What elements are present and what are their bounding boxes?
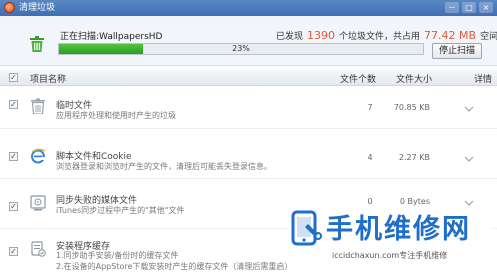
row-desc: 1.同步助手安装/备份时的缓存文件 <box>56 251 179 260</box>
chevron-down-icon[interactable] <box>464 104 474 114</box>
row-count: 4 <box>367 153 373 162</box>
close-button[interactable]: × <box>479 2 493 13</box>
minimize-button[interactable]: － <box>445 2 459 13</box>
found-size: 77.42 MB <box>424 29 477 42</box>
column-detail: 详情 <box>474 75 493 85</box>
found-count: 1390 <box>307 29 336 42</box>
row-checkbox[interactable]: ✓ <box>9 152 18 161</box>
wrench-logo-icon <box>291 210 322 246</box>
progress-percent: 23% <box>232 44 250 53</box>
row-desc-second: 2.在设备的AppStore下载安装时产生的缓存文件（清理后需重启） <box>56 262 293 271</box>
scan-target: WallpapersHD <box>99 32 163 42</box>
column-count: 文件个数 <box>340 75 377 85</box>
scan-progress-bar: 23% <box>58 43 424 55</box>
row-size: 2.27 KB <box>398 153 430 162</box>
row-count: 7 <box>367 103 373 112</box>
window-controls: － □ × <box>445 2 493 13</box>
row-size: 0 Bytes <box>399 197 430 206</box>
column-name: 项目名称 <box>30 75 67 85</box>
row-checkbox[interactable]: ✓ <box>9 100 18 109</box>
row-desc: iTunes同步过程中产生的"其他"文件 <box>56 206 185 215</box>
row-desc: 浏览器登录和浏览时产生的文件，清理后可能丢失登录信息。 <box>56 162 272 171</box>
row-size: 70.85 KB <box>393 103 430 112</box>
trash-icon <box>31 98 45 114</box>
app-logo-icon <box>4 2 15 13</box>
list-item-temp-files[interactable]: ✓ 临时文件 应用程序处理和使用时产生的垃圾 7 70.85 KB <box>0 86 497 129</box>
watermark-title: 手机维修网 <box>326 214 471 245</box>
column-size: 文件大小 <box>396 75 433 85</box>
found-suffix: 空间 <box>480 32 497 42</box>
scan-panel: 正在扫描:WallpapersHD 已发现 1390 个垃圾文件，共占用 77.42 … <box>0 16 497 66</box>
row-checkbox[interactable]: ✓ <box>9 202 18 211</box>
found-summary: 已发现 1390 个垃圾文件，共占用 77.42 MB 空间 <box>276 29 497 42</box>
trash-icon <box>30 36 44 52</box>
scan-status: 正在扫描:WallpapersHD <box>60 29 162 42</box>
found-mid: 个垃圾文件，共占用 <box>339 32 421 42</box>
list-item-cookies[interactable]: ✓ 脚本文件和Cookie 浏览器登录和浏览时产生的文件，清理后可能丢失登录信息… <box>0 129 497 179</box>
select-all-checkbox[interactable]: ✓ <box>9 73 18 82</box>
app-cache-icon <box>31 241 46 257</box>
row-count: 0 <box>367 197 373 206</box>
scan-status-prefix: 正在扫描: <box>60 32 100 42</box>
maximize-button[interactable]: □ <box>462 2 476 13</box>
watermark-url: iccidchaxun.com专注手机维修 <box>332 251 448 260</box>
title-bar: 清理垃圾 － □ × <box>0 0 497 16</box>
row-desc: 应用程序处理和使用时产生的垃圾 <box>56 111 176 120</box>
ie-browser-icon <box>31 148 46 164</box>
watermark: 手机维修网 iccidchaxun.com专注手机维修 <box>288 206 493 270</box>
media-sync-icon <box>30 195 46 211</box>
row-checkbox[interactable]: ✓ <box>9 247 18 256</box>
chevron-down-icon[interactable] <box>464 154 474 164</box>
list-header: ✓ 项目名称 文件个数 文件大小 详情 <box>0 70 497 86</box>
window-title: 清理垃圾 <box>19 3 56 13</box>
stop-scan-button[interactable]: 停止扫描 <box>432 43 482 59</box>
found-prefix: 已发现 <box>276 32 304 42</box>
